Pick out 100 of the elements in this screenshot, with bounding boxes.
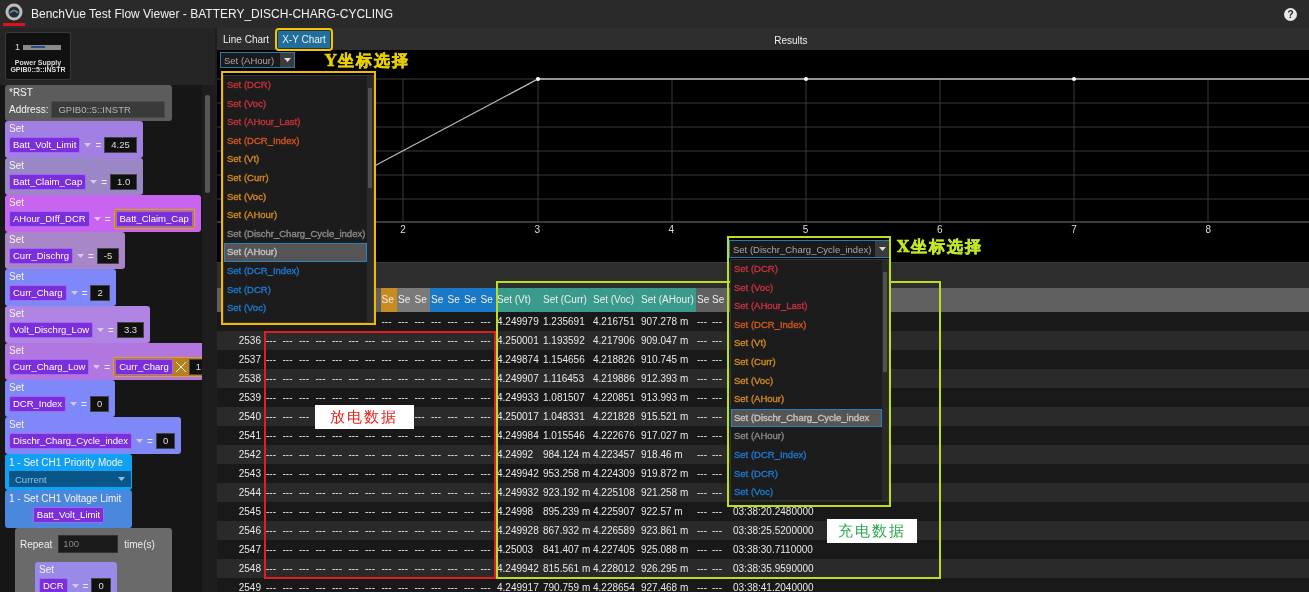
column-header[interactable]: Se	[711, 288, 726, 312]
dropdown-option[interactable]: Set (Curr)	[224, 168, 367, 188]
row-number: 2545	[237, 506, 262, 517]
dropdown-option[interactable]: Set (DCR)	[224, 76, 367, 95]
value-field[interactable]: -5	[96, 248, 120, 264]
table-cell-text: ---	[364, 582, 376, 592]
dropdown-option[interactable]: Set (AHour)	[224, 243, 367, 262]
table-cell-text: ---	[397, 487, 409, 498]
table-cell-text: ---	[347, 335, 360, 346]
table-cell-text: ---	[298, 468, 310, 479]
axis-label: 2	[400, 224, 406, 235]
dropdown-option[interactable]: Set (Curr)	[731, 352, 882, 372]
variable-chip[interactable]: AHour_DIff_DCR	[9, 211, 90, 227]
dropdown-option[interactable]: Set (DCR_Index)	[224, 261, 367, 281]
variable-chip[interactable]: Dischr_Charg_Cycle_index	[9, 433, 133, 449]
value-field[interactable]: 3.3	[116, 322, 145, 338]
table-cell-text: ---	[696, 582, 708, 592]
axis-dropdown[interactable]: Set (AHour)	[220, 52, 295, 68]
dropdown-option[interactable]: Set (Voc)	[731, 483, 882, 500]
block-label: Set	[9, 123, 24, 135]
scrollbar[interactable]	[205, 95, 210, 193]
help-button[interactable]: ?	[1284, 7, 1297, 21]
table-cell-text: 4.225108	[592, 487, 636, 498]
column-header[interactable]: Se	[430, 288, 447, 312]
dropdown-option[interactable]: Set (Voc)	[731, 278, 882, 298]
address-field[interactable]: GPIB0::5::INSTR	[51, 100, 166, 118]
dropdown-option[interactable]: Set (Voc)	[224, 187, 367, 207]
variable-chip[interactable]: Batt_Claim_Cap	[115, 211, 193, 227]
value-field[interactable]: 0	[91, 578, 111, 592]
block-title: 1 - Set CH1 Voltage Limit	[9, 493, 122, 505]
tab[interactable]: X-Y Chart	[278, 30, 330, 48]
dropdown-option[interactable]: Set (Voc)	[224, 94, 367, 114]
table-cell-text: ---	[479, 449, 492, 460]
table-cell-text: ---	[265, 525, 277, 536]
table-cell-text: ---	[281, 506, 294, 517]
table-cell: 841.407 m	[542, 544, 592, 555]
table-cell-text: ---	[298, 582, 310, 592]
mode-dropdown[interactable]: Current	[9, 471, 131, 487]
variable-chip[interactable]: Curr_Charg	[115, 359, 173, 375]
dropdown-option[interactable]: Set (DCR_Index)	[731, 445, 882, 465]
tab[interactable]: Line Chart	[219, 30, 274, 48]
table-cell-text: 4.222676	[592, 430, 636, 441]
dropdown-option[interactable]: Set (AHour_Last)	[731, 297, 882, 316]
column-header[interactable]: Se	[463, 288, 480, 312]
table-cell-text: ---	[265, 582, 277, 592]
table-cell-text: 910.745 m	[640, 354, 690, 365]
dropdown-option[interactable]: Set (DCR_Index)	[224, 131, 367, 151]
dropdown-option[interactable]: Set (Dischr_Charg_Cycle_index)	[224, 224, 367, 244]
table-cell-text: ---	[380, 468, 393, 479]
table-cell-text: ---	[364, 525, 376, 536]
table-cell-text: 919.872 m	[640, 468, 690, 479]
value-field[interactable]: 1	[188, 359, 202, 375]
equals-sign: =	[104, 361, 111, 373]
variable-chip[interactable]: Curr_Dischrg	[9, 248, 73, 264]
caret-icon	[76, 254, 84, 258]
dropdown-option[interactable]: Set (DCR)	[731, 260, 882, 279]
dropdown-option[interactable]: Set (Voc)	[224, 299, 367, 318]
table-cell-text: ---	[347, 582, 360, 592]
axis-dropdown[interactable]: Set (Dischr_Charg_Cycle_index)	[729, 240, 890, 258]
table-cell-text: ---	[380, 449, 393, 460]
value-field[interactable]: 2	[90, 285, 110, 301]
variable-chip[interactable]: Curr_Charg	[9, 285, 67, 301]
variable-chip[interactable]: DCR	[39, 578, 68, 592]
value-field[interactable]: 0	[89, 396, 110, 412]
equals-sign: =	[81, 398, 87, 410]
repeat-count-field[interactable]: 100	[58, 535, 119, 553]
column-header[interactable]: Se	[696, 288, 711, 312]
row-number: 2547	[237, 544, 262, 555]
table-cell-text: 4.249979	[496, 316, 540, 327]
caret-icon	[118, 477, 125, 481]
dropdown-option[interactable]: Set (AHour)	[731, 427, 882, 446]
table-cell-text: 1.048331	[542, 411, 586, 422]
dropdown-option[interactable]: Set (DCR)	[731, 464, 882, 484]
dropdown-option[interactable]: Set (Dischr_Charg_Cycle_index	[731, 408, 882, 428]
table-cell-text: 923.861 m	[640, 525, 690, 536]
dropdown-option[interactable]: Set (AHour)	[731, 390, 882, 409]
column-header[interactable]: Se	[397, 288, 414, 312]
table-cell-text: ---	[430, 354, 442, 365]
table-cell-text: ---	[397, 563, 409, 574]
variable-chip[interactable]: Batt_Volt_Limit	[9, 137, 81, 153]
dropdown-option[interactable]: Set (AHour_Last)	[224, 113, 367, 132]
variable-chip[interactable]: Curr_Charg_Low	[9, 359, 90, 375]
variable-chip[interactable]: Volt_Dischrg_Low	[9, 322, 94, 338]
table-cell-text: 4.249933	[496, 392, 540, 403]
variable-chip[interactable]: Batt_Volt_Limit	[32, 507, 105, 523]
value-field[interactable]: 0	[155, 433, 176, 449]
value-field[interactable]: 4.25	[104, 137, 137, 153]
table-cell-text: ---	[711, 411, 723, 422]
dropdown-option[interactable]: Set (Vt)	[731, 334, 882, 353]
table-cell-text: ---	[696, 316, 708, 327]
dropdown-option[interactable]: Set (AHour)	[224, 206, 367, 225]
dropdown-option[interactable]: Set (Vt)	[224, 150, 367, 169]
variable-chip[interactable]: DCR_Index	[9, 396, 67, 412]
dropdown-option[interactable]: Set (DCR_Index)	[731, 315, 882, 335]
table-cell-text: ---	[479, 335, 492, 346]
dropdown-option[interactable]: Set (Voc)	[731, 371, 882, 391]
value-field[interactable]: 1.0	[110, 174, 138, 190]
table-cell-text: ---	[364, 468, 376, 479]
dropdown-option[interactable]: Set (DCR)	[224, 280, 367, 300]
variable-chip[interactable]: Batt_Claim_Cap	[9, 174, 87, 190]
